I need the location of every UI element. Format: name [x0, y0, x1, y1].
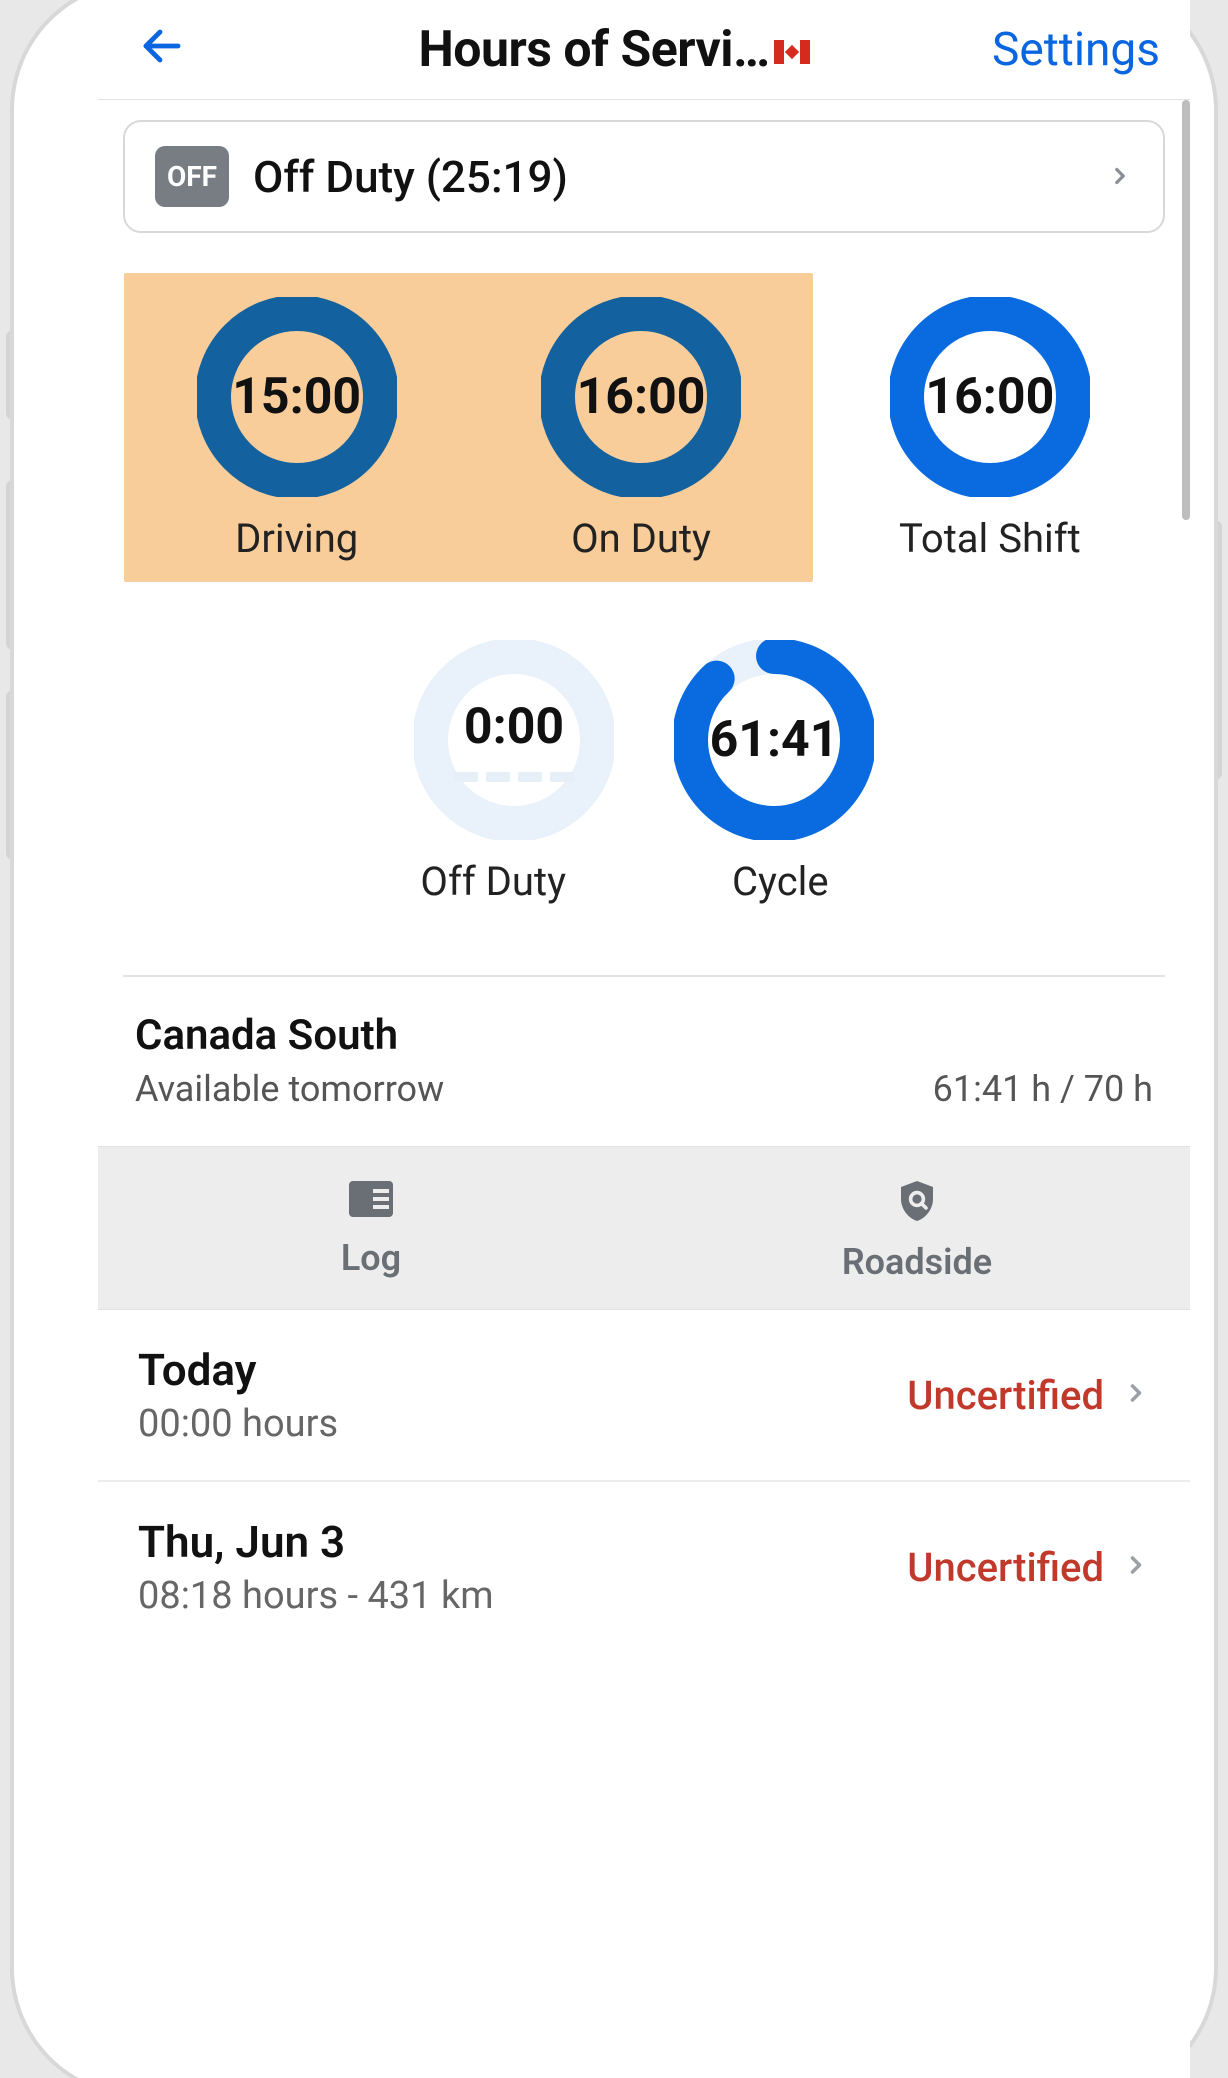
app-screen: Hours of Servi… Settings OFF Off Duty (2… [98, 0, 1190, 2078]
phone-volume-up [6, 330, 20, 420]
dial-onduty: 16:00 On Duty [469, 297, 813, 562]
content-area: OFF Off Duty (25:19) 15:00 Driving [98, 100, 1190, 2078]
phone-frame: Hours of Servi… Settings OFF Off Duty (2… [30, 0, 1198, 2078]
log-row[interactable]: Thu, Jun 3 08:18 hours - 431 km Uncertif… [98, 1482, 1190, 1652]
dial-total-value: 16:00 [890, 297, 1090, 497]
tab-roadside[interactable]: Roadside [644, 1147, 1190, 1309]
region-name: Canada South [135, 1011, 933, 1060]
shield-search-icon [644, 1177, 1190, 1229]
page-title: Hours of Servi… [196, 21, 972, 79]
dial-driving: 15:00 Driving [124, 297, 468, 562]
log-row-subtitle: 00:00 hours [138, 1402, 907, 1446]
dial-offduty: 0:00 Off Duty [123, 640, 624, 905]
tab-log-label: Log [341, 1237, 401, 1279]
log-row[interactable]: Today 00:00 hours Uncertified [98, 1310, 1190, 1482]
dial-total: 16:00 Total Shift [816, 273, 1163, 562]
log-row-status: Uncertified [907, 1544, 1104, 1591]
dial-offduty-value: 0:00 [414, 640, 614, 840]
phone-power-button [1208, 520, 1222, 780]
tab-roadside-label: Roadside [842, 1241, 992, 1283]
dials-section: 15:00 Driving 16:00 On Duty [123, 273, 1165, 905]
dial-total-label: Total Shift [899, 515, 1081, 562]
header-bar: Hours of Servi… Settings [98, 0, 1190, 100]
duty-status-card[interactable]: OFF Off Duty (25:19) [123, 120, 1165, 233]
duty-status-text: Off Duty (25:19) [253, 151, 1107, 203]
tab-bar: Log Roadside [98, 1146, 1190, 1310]
log-row-title: Thu, Jun 3 [138, 1516, 907, 1568]
dial-onduty-label: On Duty [571, 515, 711, 562]
back-arrow-icon[interactable] [128, 14, 196, 85]
chevron-right-icon [1107, 155, 1133, 199]
dial-driving-gauge: 15:00 [197, 297, 397, 497]
dial-onduty-gauge: 16:00 [541, 297, 741, 497]
dial-cycle-label: Cycle [732, 858, 829, 905]
dial-cycle: 61:41 Cycle [664, 640, 1165, 905]
dial-total-gauge: 16:00 [890, 297, 1090, 497]
tab-log[interactable]: Log [98, 1147, 644, 1309]
log-list: Today 00:00 hours Uncertified Thu, Jun 3… [98, 1310, 1190, 1652]
page-title-text: Hours of Servi… [418, 21, 769, 79]
dial-offduty-label: Off Duty [420, 858, 566, 905]
chevron-right-icon [1122, 1545, 1150, 1589]
phone-volume-down [6, 480, 20, 650]
off-duty-badge: OFF [155, 146, 229, 207]
dials-row-1: 15:00 Driving 16:00 On Duty [123, 273, 1165, 582]
region-info: Canada South Available tomorrow [135, 1011, 933, 1110]
dial-driving-label: Driving [235, 515, 358, 562]
dials-row-2: 0:00 Off Duty 61:41 Cycle [123, 640, 1165, 905]
region-section: Canada South Available tomorrow 61:41 h … [123, 975, 1165, 1146]
log-row-title: Today [138, 1344, 907, 1396]
offduty-empty-indicator [454, 772, 574, 782]
log-row-status: Uncertified [907, 1372, 1104, 1419]
highlighted-dials: 15:00 Driving 16:00 On Duty [124, 273, 813, 582]
dial-driving-value: 15:00 [197, 297, 397, 497]
dial-offduty-gauge: 0:00 [414, 640, 614, 840]
settings-link[interactable]: Settings [972, 23, 1160, 77]
chevron-right-icon [1122, 1373, 1150, 1417]
dial-cycle-value: 61:41 [674, 640, 874, 840]
canada-flag-icon [774, 40, 810, 64]
region-subtitle: Available tomorrow [135, 1068, 933, 1110]
phone-silent-switch [6, 690, 20, 860]
log-icon [98, 1177, 644, 1225]
region-hours: 61:41 h / 70 h [933, 1068, 1153, 1110]
dial-cycle-gauge: 61:41 [674, 640, 874, 840]
log-row-subtitle: 08:18 hours - 431 km [138, 1574, 907, 1618]
scrollbar[interactable] [1182, 100, 1190, 520]
dial-onduty-value: 16:00 [541, 297, 741, 497]
